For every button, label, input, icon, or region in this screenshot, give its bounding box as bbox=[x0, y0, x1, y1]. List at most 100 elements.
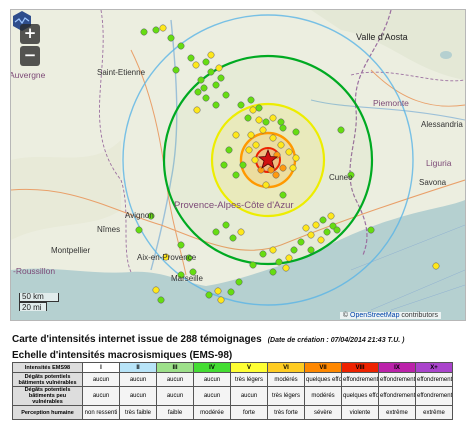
testimony-point[interactable] bbox=[244, 114, 252, 122]
testimony-point[interactable] bbox=[247, 96, 255, 104]
testimony-point[interactable] bbox=[212, 81, 220, 89]
testimony-point[interactable] bbox=[222, 221, 230, 229]
testimony-point[interactable] bbox=[212, 101, 220, 109]
testimony-point[interactable] bbox=[277, 118, 285, 126]
testimony-point[interactable] bbox=[277, 141, 285, 149]
testimony-point[interactable] bbox=[285, 148, 293, 156]
map-canvas[interactable] bbox=[11, 10, 465, 320]
testimony-point[interactable] bbox=[279, 191, 287, 199]
testimony-point[interactable] bbox=[220, 161, 228, 169]
testimony-point[interactable] bbox=[302, 224, 310, 232]
testimony-point[interactable] bbox=[229, 234, 237, 242]
testimony-point[interactable] bbox=[214, 287, 222, 295]
testimony-point[interactable] bbox=[239, 161, 247, 169]
testimony-point[interactable] bbox=[140, 28, 148, 36]
testimony-point[interactable] bbox=[255, 116, 263, 124]
testimony-point[interactable] bbox=[275, 258, 283, 266]
testimony-point[interactable] bbox=[262, 181, 270, 189]
testimony-point[interactable] bbox=[215, 64, 223, 72]
testimony-point[interactable] bbox=[207, 51, 215, 59]
ems-level-vii: VII bbox=[304, 362, 342, 373]
testimony-point[interactable] bbox=[269, 134, 277, 142]
intensity-map[interactable]: + − Valle d'Aosta Auvergne Saint-Etienne… bbox=[10, 9, 466, 321]
testimony-point[interactable] bbox=[232, 171, 240, 179]
testimony-point[interactable] bbox=[290, 246, 298, 254]
zoom-out-button[interactable]: − bbox=[20, 46, 40, 66]
testimony-point[interactable] bbox=[249, 261, 257, 269]
label-piemonte: Piemonte bbox=[373, 98, 409, 108]
testimony-point[interactable] bbox=[192, 61, 200, 69]
testimony-point[interactable] bbox=[177, 241, 185, 249]
ems-cell: effondrements partiels bbox=[378, 386, 416, 406]
testimony-point[interactable] bbox=[289, 164, 297, 172]
testimony-point[interactable] bbox=[269, 246, 277, 254]
testimony-point[interactable] bbox=[279, 164, 287, 172]
testimony-point[interactable] bbox=[193, 106, 201, 114]
testimony-point[interactable] bbox=[269, 114, 277, 122]
testimony-point[interactable] bbox=[212, 228, 220, 236]
testimony-point[interactable] bbox=[432, 262, 440, 270]
osm-link[interactable]: OpenStreetMap bbox=[350, 312, 399, 319]
testimony-point[interactable] bbox=[307, 246, 315, 254]
testimony-point[interactable] bbox=[319, 216, 327, 224]
testimony-point[interactable] bbox=[312, 221, 320, 229]
testimony-point[interactable] bbox=[249, 106, 257, 114]
testimony-point[interactable] bbox=[259, 126, 267, 134]
zoom-in-button[interactable]: + bbox=[20, 24, 40, 44]
testimony-point[interactable] bbox=[202, 94, 210, 102]
testimony-point[interactable] bbox=[237, 228, 245, 236]
testimony-point[interactable] bbox=[157, 296, 165, 304]
testimony-point[interactable] bbox=[152, 26, 160, 34]
testimony-point[interactable] bbox=[235, 278, 243, 286]
testimony-point[interactable] bbox=[269, 268, 277, 276]
testimony-point[interactable] bbox=[187, 54, 195, 62]
testimony-point[interactable] bbox=[232, 131, 240, 139]
testimony-point[interactable] bbox=[247, 131, 255, 139]
testimony-point[interactable] bbox=[207, 68, 215, 76]
testimony-point[interactable] bbox=[272, 171, 280, 179]
testimony-point[interactable] bbox=[202, 58, 210, 66]
testimony-point[interactable] bbox=[367, 226, 375, 234]
testimony-point[interactable] bbox=[262, 118, 270, 126]
testimony-point[interactable] bbox=[257, 166, 265, 174]
testimony-point[interactable] bbox=[159, 24, 167, 32]
ems-row-label: Dégâts potentiels bâtiments vulnérables bbox=[12, 372, 83, 387]
testimony-point[interactable] bbox=[292, 128, 300, 136]
testimony-point[interactable] bbox=[245, 146, 253, 154]
testimony-point[interactable] bbox=[200, 84, 208, 92]
testimony-point[interactable] bbox=[205, 291, 213, 299]
testimony-point[interactable] bbox=[217, 74, 225, 82]
testimony-point[interactable] bbox=[317, 236, 325, 244]
testimony-point[interactable] bbox=[237, 101, 245, 109]
testimony-point[interactable] bbox=[177, 42, 185, 50]
testimony-point[interactable] bbox=[259, 250, 267, 258]
testimony-point[interactable] bbox=[135, 226, 143, 234]
testimony-point[interactable] bbox=[172, 66, 180, 74]
label-avignon: Avignon bbox=[125, 211, 154, 220]
testimony-point[interactable] bbox=[279, 124, 287, 132]
ems-cell: modérés bbox=[267, 372, 305, 387]
testimony-point[interactable] bbox=[167, 34, 175, 42]
testimony-point[interactable] bbox=[307, 231, 315, 239]
ems-cell: aucun bbox=[230, 386, 268, 406]
ems-level-ii: II bbox=[119, 362, 157, 373]
testimony-point[interactable] bbox=[251, 156, 259, 164]
testimony-point[interactable] bbox=[227, 288, 235, 296]
testimony-point[interactable] bbox=[292, 154, 300, 162]
testimony-point[interactable] bbox=[217, 296, 225, 304]
testimony-point[interactable] bbox=[252, 141, 260, 149]
testimony-point[interactable] bbox=[285, 254, 293, 262]
testimony-point[interactable] bbox=[152, 286, 160, 294]
testimony-point[interactable] bbox=[297, 238, 305, 246]
testimony-point[interactable] bbox=[255, 104, 263, 112]
testimony-point[interactable] bbox=[197, 76, 205, 84]
testimony-point[interactable] bbox=[194, 88, 202, 96]
testimony-point[interactable] bbox=[333, 226, 341, 234]
testimony-point[interactable] bbox=[282, 264, 290, 272]
testimony-point[interactable] bbox=[323, 228, 331, 236]
ems-cell: très forte bbox=[267, 405, 305, 420]
testimony-point[interactable] bbox=[337, 126, 345, 134]
testimony-point[interactable] bbox=[222, 91, 230, 99]
testimony-point[interactable] bbox=[225, 146, 233, 154]
testimony-point[interactable] bbox=[327, 212, 335, 220]
